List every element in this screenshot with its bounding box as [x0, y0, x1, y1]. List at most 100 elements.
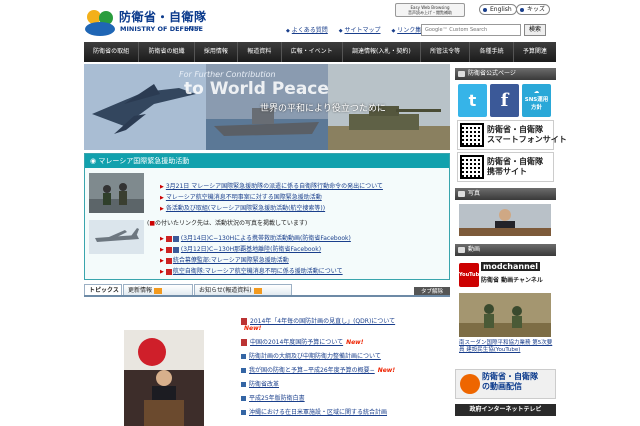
banner-tagline: For Further Contribution	[179, 70, 276, 79]
news-link[interactable]: ▶ 3月21日 マレーシア国際緊急援助隊の派遣に係る自衛隊行動命令の発出について	[160, 181, 383, 190]
topic-item-text[interactable]: 2014年「4年毎の国防計画の見直し」(QDR)について	[250, 318, 395, 325]
sidebar-photo[interactable]	[459, 204, 551, 236]
logo-top-link[interactable]: ▸TOP	[187, 26, 200, 32]
youtube-icon: YouTube	[459, 263, 483, 287]
nav-item-procedures[interactable]: 各種手続	[470, 42, 514, 62]
search-input[interactable]	[421, 24, 521, 36]
mod-video-text: 防衛省・自衛隊 の動画配信	[482, 372, 538, 392]
banner-headline: to World Peace	[184, 79, 329, 99]
news-link-text[interactable]: 3月21日 マレーシア国際緊急援助隊の派遣に係る自衛隊行動命令の発出について	[166, 183, 383, 190]
aircraft-image	[89, 220, 144, 254]
news-link[interactable]: ▶ マレーシア航空機消息不明事案に対する国際緊急援助活動	[160, 192, 322, 201]
qr2-line1: 防衛省・自衛隊	[487, 157, 543, 166]
camera-icon	[458, 191, 465, 197]
topic-item[interactable]: 中国の2014年度国防予算について New!	[241, 337, 363, 346]
social-link[interactable]: ▶ 航空自衛隊:マレーシア航空機消息不明に係る援助活動について	[160, 266, 343, 275]
topic-item[interactable]: 2014年「4年毎の国防計画の見直し」(QDR)について New!	[241, 316, 395, 332]
nav-item-recruitment[interactable]: 採用情報	[195, 42, 239, 62]
pdf-icon	[241, 318, 247, 325]
smartphone-site-link[interactable]: 防衛省・自衛隊 スマートフォンサイト	[457, 120, 567, 150]
qr1-line1: 防衛省・自衛隊	[487, 125, 543, 134]
photo-image	[124, 330, 204, 426]
bullet-icon: ▶	[160, 236, 164, 242]
facebook-icon[interactable]: f	[490, 84, 519, 117]
topic-item[interactable]: 平成25年版防衛白書	[241, 393, 305, 402]
faq-link-text[interactable]: よくある質問	[292, 27, 328, 34]
hero-banner[interactable]: For Further Contribution to World Peace …	[84, 64, 450, 150]
news-link-text[interactable]: 各活動及び取組(マレーシア国際緊急援助活動(航空捜索等))	[166, 205, 325, 212]
topic-item[interactable]: 沖縄における在日米軍施設・区域に関する統合計画	[241, 407, 387, 416]
rss-icon[interactable]	[154, 287, 163, 294]
easy-web-browsing-button[interactable]: Easy Web Browsing 音声読み上げ・閲覧補助	[395, 3, 465, 17]
topic-item-text[interactable]: 沖縄における在日米軍施設・区域に関する統合計画	[249, 409, 387, 416]
nav-item-pr-events[interactable]: 広報・イベント	[282, 42, 343, 62]
tab-topics-label: トピックス	[89, 287, 119, 294]
relief-photo[interactable]	[89, 173, 144, 213]
gov-internet-tv-link[interactable]: 政府インターネットテレビ	[455, 404, 556, 416]
nav-item-laws[interactable]: 所管法令等	[421, 42, 471, 62]
sitemap-link[interactable]: ◆ サイトマップ	[339, 27, 381, 34]
social-link-text[interactable]: 統合幕僚監部:マレーシア国際緊急援助活動	[173, 257, 289, 264]
minister-photo[interactable]	[124, 330, 204, 426]
social-link-text[interactable]: 航空自衛隊:マレーシア航空機消息不明に係る援助活動について	[173, 268, 343, 275]
topic-item[interactable]: 防衛省改革	[241, 379, 279, 388]
sns-policy-button[interactable]: ☁ SNS運用方針	[522, 84, 551, 117]
nav-item-budget[interactable]: 予算関連	[514, 42, 556, 62]
bullet-icon	[520, 8, 524, 12]
mod-video-line1: 防衛省・自衛隊	[482, 372, 538, 381]
kids-button[interactable]: キッズ	[516, 4, 551, 15]
social-link[interactable]: ▶ 統合幕僚監部:マレーシア国際緊急援助活動	[160, 255, 289, 264]
news-link[interactable]: ▶ 各活動及び取組(マレーシア国際緊急援助活動(航空捜索等))	[160, 203, 325, 212]
mobile-site-link[interactable]: 防衛省・自衛隊 携帯サイト	[457, 152, 554, 182]
photo-heading-text: 写真	[468, 190, 481, 197]
topics-panel: 2014年「4年毎の国防計画の見直し」(QDR)について New! 中国の2014…	[84, 298, 450, 426]
qr1-line2: スマートフォンサイト	[487, 135, 567, 144]
facebook-icon	[172, 235, 179, 242]
arrow-icon	[241, 368, 246, 373]
mod-video-link[interactable]: 防衛省・自衛隊 の動画配信	[455, 369, 556, 399]
bullet-icon: ▶	[160, 269, 164, 275]
social-link[interactable]: ▶ (3月14日)C−130Hによる携帯救助活動動画(防衛省Facebook)	[160, 233, 351, 242]
photo-mark-icon	[165, 268, 172, 275]
modchannel-link[interactable]: YouTube modchannel 防衛省 動画チャンネル	[459, 260, 551, 290]
news-link-text[interactable]: マレーシア航空機消息不明事案に対する国際緊急援助活動	[166, 194, 322, 201]
links-page-link-text[interactable]: リンク集	[397, 27, 421, 34]
nav-item-organization[interactable]: 防衛省の組織	[139, 42, 195, 62]
sitemap-link-text[interactable]: サイトマップ	[345, 27, 381, 34]
social-link[interactable]: ▶ (3月12日)C−130H那覇基地離陸(防衛省Facebook)	[160, 244, 321, 253]
social-link-text[interactable]: (3月14日)C−130Hによる携帯救助活動動画(防衛省Facebook)	[181, 235, 351, 242]
faq-link[interactable]: ◆ よくある質問	[286, 27, 328, 34]
topic-item-text[interactable]: 平成25年版防衛白書	[249, 395, 305, 402]
english-button[interactable]: English	[479, 4, 517, 15]
c130-photo[interactable]	[89, 220, 144, 254]
bullet-icon: ▶	[160, 258, 164, 264]
video-caption[interactable]: 南スーダン国際平和協力業務 第5次要員 建設民生協(YouTube)	[459, 340, 554, 354]
nav-item-press[interactable]: 報道資料	[238, 42, 282, 62]
twitter-icon[interactable]: t	[458, 84, 487, 117]
film-icon	[458, 247, 465, 253]
nav-item-procurement[interactable]: 調達情報(入札・契約)	[343, 42, 421, 62]
sns-links: t f ☁ SNS運用方針	[458, 84, 553, 118]
sns-policy-label: SNS運用方針	[524, 97, 549, 111]
global-nav: 防衛省の取組 防衛省の組織 採用情報 報道資料 広報・イベント 調達情報(入札・…	[84, 42, 556, 62]
arrow-icon	[241, 382, 246, 387]
search-button[interactable]: 検索	[524, 24, 546, 36]
topic-item[interactable]: 防衛計画の大綱及び中期防衛力整備計画について	[241, 351, 381, 360]
topic-item-text[interactable]: 中国の2014年度国防予算について	[250, 339, 343, 346]
rss-icon[interactable]	[253, 287, 262, 294]
bullet-icon: ▶	[160, 247, 164, 253]
site-logo[interactable]: 防衛省・自衛隊 MINISTRY OF DEFENSE ▸TOP	[84, 4, 206, 40]
tab-updates-label: 更新情報	[128, 287, 153, 294]
topic-item-text[interactable]: 我が国の防衛と予算−平成26年度予算の概要−	[249, 367, 375, 374]
new-badge: New!	[244, 325, 262, 332]
social-link-text[interactable]: (3月12日)C−130H那覇基地離陸(防衛省Facebook)	[181, 246, 321, 253]
speech-bubble-icon: ☁	[533, 89, 540, 95]
links-page-link[interactable]: ◆ リンク集	[391, 27, 421, 34]
topic-item[interactable]: 我が国の防衛と予算−平成26年度予算の概要− New!	[241, 365, 395, 374]
smartphone-site-text: 防衛省・自衛隊 スマートフォンサイト	[487, 125, 567, 145]
topic-item-text[interactable]: 防衛省改革	[249, 381, 279, 388]
topic-item-text[interactable]: 防衛計画の大綱及び中期防衛力整備計画について	[249, 353, 381, 360]
nav-item-initiatives[interactable]: 防衛省の取組	[84, 42, 140, 62]
arrow-icon	[241, 410, 246, 415]
video-thumbnail[interactable]	[459, 293, 551, 337]
